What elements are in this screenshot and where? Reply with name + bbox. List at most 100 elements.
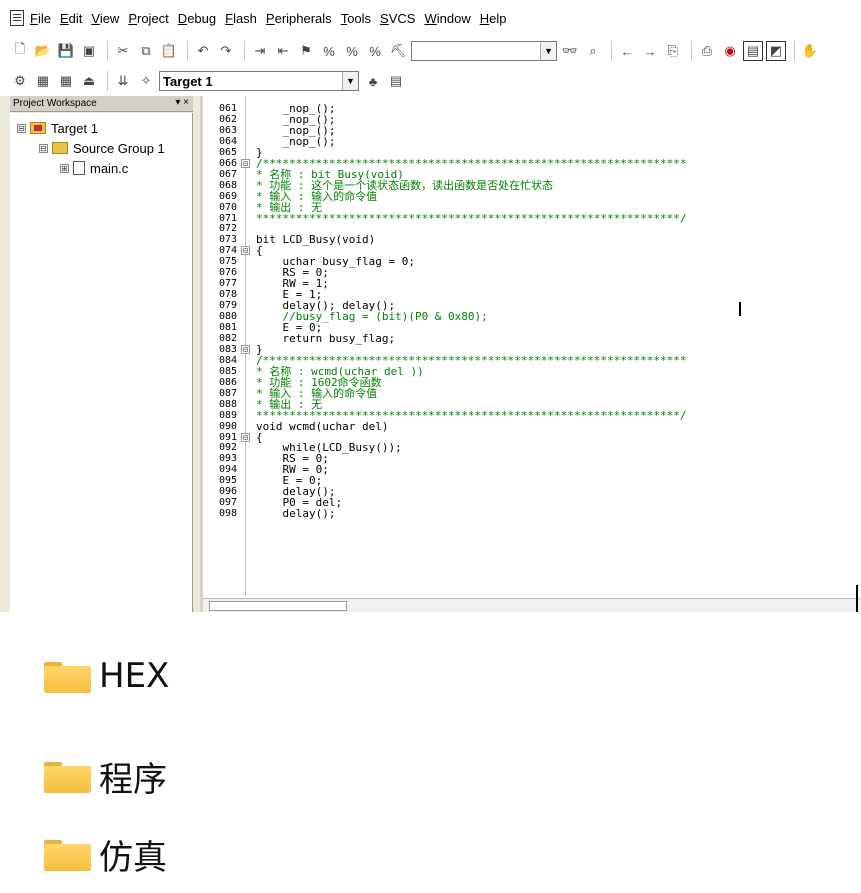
- toolbar-separator: [611, 41, 612, 61]
- menu-view[interactable]: View: [91, 11, 119, 26]
- line-number: 072: [219, 223, 238, 235]
- menu-help[interactable]: Help: [480, 11, 507, 26]
- debug-icon[interactable]: ◉: [720, 41, 740, 61]
- fold-toggle-icon[interactable]: ⊟: [241, 344, 250, 354]
- line-number: 093: [219, 453, 238, 465]
- window2-icon[interactable]: ◩: [766, 41, 786, 61]
- copy-icon[interactable]: ⧉: [136, 41, 156, 61]
- binoculars-icon[interactable]: 👓: [560, 41, 580, 61]
- back-icon[interactable]: ←: [617, 41, 637, 61]
- line-number: 083: [219, 343, 238, 355]
- open-icon[interactable]: 📂: [33, 41, 53, 61]
- undo-icon[interactable]: ↶: [193, 41, 213, 61]
- menu-svcs[interactable]: SVCS: [380, 11, 415, 26]
- collapse-icon[interactable]: ⊟: [39, 143, 48, 153]
- code-line[interactable]: 089 *************************************…: [203, 410, 861, 421]
- code-line[interactable]: 090 void wcmd(uchar del): [203, 421, 861, 432]
- code-view[interactable]: 061 _nop_(); 062 _nop_(); 063 _nop_(); 064 …: [203, 96, 861, 596]
- tree-item-main-c[interactable]: ⊞ main.c: [60, 159, 128, 177]
- prev-bookmark-icon[interactable]: %: [319, 41, 339, 61]
- horizontal-scrollbar[interactable]: [203, 598, 861, 612]
- line-number: 081: [219, 322, 238, 333]
- workspace-controls[interactable]: ▾ ×: [175, 97, 189, 108]
- target-select-value: Target 1: [163, 73, 213, 89]
- build-icon[interactable]: ⚙: [10, 71, 30, 91]
- scrollbar-thumb[interactable]: [209, 601, 347, 611]
- menu-tools[interactable]: Tools: [341, 11, 371, 26]
- menu-window[interactable]: Window: [424, 11, 470, 26]
- clear-bookmark-icon[interactable]: %: [365, 41, 385, 61]
- line-number: 062: [219, 113, 238, 125]
- line-number: 098: [219, 508, 238, 520]
- code-editor[interactable]: 061 _nop_(); 062 _nop_(); 063 _nop_(); 064 …: [200, 96, 861, 612]
- outdent-icon[interactable]: ⇤: [273, 41, 293, 61]
- rebuild-icon[interactable]: ▦: [56, 71, 76, 91]
- hand-icon[interactable]: ✋: [800, 41, 820, 61]
- menu-file[interactable]: File: [30, 11, 51, 26]
- code-text: * 输入 : 输入的命令值: [256, 189, 378, 203]
- code-line[interactable]: 082 return busy_flag;: [203, 333, 861, 344]
- code-line[interactable]: 073 bit LCD_Busy(void): [203, 234, 861, 245]
- line-number: 094: [219, 464, 238, 476]
- line-number: 079: [219, 300, 238, 312]
- forward-icon[interactable]: →: [640, 41, 660, 61]
- chevron-down-icon[interactable]: ▼: [540, 42, 556, 60]
- chevron-down-icon[interactable]: ▼: [342, 72, 358, 90]
- code-text: * 输出 : 无: [256, 397, 323, 411]
- code-line[interactable]: 069 * 输入 : 输入的命令值: [203, 191, 861, 202]
- redo-icon[interactable]: ↷: [216, 41, 236, 61]
- code-text: void wcmd(uchar del): [256, 419, 389, 433]
- save-all-icon[interactable]: ▣: [79, 41, 99, 61]
- tree-item-source-group[interactable]: ⊟ Source Group 1: [39, 139, 165, 157]
- folder-item-program[interactable]: 程序: [44, 756, 167, 800]
- fold-toggle-icon[interactable]: ⊟: [241, 432, 250, 442]
- manage-components-icon[interactable]: ▤: [386, 71, 406, 91]
- tree-item-target[interactable]: ⊟ Target 1: [17, 119, 98, 137]
- new-file-icon[interactable]: 🗋: [10, 41, 30, 61]
- collapse-icon[interactable]: ⊟: [17, 123, 26, 133]
- wizard-icon[interactable]: ✧: [136, 71, 156, 91]
- toolbar-separator: [244, 41, 245, 61]
- cut-icon[interactable]: ✂: [113, 41, 133, 61]
- project-workspace-title: Project Workspace: [13, 98, 97, 109]
- paste-icon[interactable]: 📋: [159, 41, 179, 61]
- code-line[interactable]: 070 * 输出 : 无: [203, 202, 861, 213]
- toolbar-separator: [107, 41, 108, 61]
- save-icon[interactable]: 💾: [56, 41, 76, 61]
- menu-project[interactable]: Project: [128, 11, 168, 26]
- window-icon[interactable]: ▤: [743, 41, 763, 61]
- folder-item-hex[interactable]: HEX: [44, 656, 169, 696]
- code-text: return busy_flag;: [256, 331, 396, 345]
- print-icon[interactable]: ⎙: [697, 41, 717, 61]
- bookmark-icon[interactable]: ⚑: [296, 41, 316, 61]
- translate-icon[interactable]: ▦: [33, 71, 53, 91]
- tree-item-label: Source Group 1: [73, 140, 165, 156]
- line-number: 096: [219, 486, 238, 498]
- fold-toggle-icon[interactable]: ⊟: [241, 158, 250, 168]
- code-line[interactable]: 064 _nop_();: [203, 136, 861, 147]
- menu-flash[interactable]: Flash: [225, 11, 257, 26]
- code-line[interactable]: 088 * 输出 : 无: [203, 399, 861, 410]
- line-number: 090: [219, 420, 238, 432]
- folder-list: HEX 程序 仿真: [0, 612, 861, 893]
- insert-icon[interactable]: ⎘: [663, 41, 683, 61]
- target-select[interactable]: Target 1 ▼: [159, 71, 359, 91]
- stop-build-icon[interactable]: ⏏: [79, 71, 99, 91]
- folder-item-simulation[interactable]: 仿真: [44, 834, 167, 878]
- menu-peripherals[interactable]: Peripherals: [266, 11, 332, 26]
- find-icon[interactable]: ⌕: [583, 41, 603, 61]
- code-line[interactable]: 068 * 功能 : 这个是一个读状态函数，读出函数是否处在忙状态: [203, 180, 861, 191]
- code-line[interactable]: 098 delay();: [203, 508, 861, 519]
- menu-debug[interactable]: Debug: [178, 11, 216, 26]
- indent-icon[interactable]: ⇥: [250, 41, 270, 61]
- find-combo[interactable]: ▼: [411, 41, 557, 61]
- find-in-files-icon[interactable]: ⛏: [388, 41, 408, 61]
- toolbar-separator: [691, 41, 692, 61]
- expand-icon[interactable]: ⊞: [60, 163, 69, 173]
- code-line[interactable]: 071 *************************************…: [203, 213, 861, 224]
- target-options-icon[interactable]: ♣: [363, 71, 383, 91]
- next-bookmark-icon[interactable]: %: [342, 41, 362, 61]
- menu-edit[interactable]: Edit: [60, 11, 82, 26]
- fold-toggle-icon[interactable]: ⊟: [241, 246, 250, 256]
- download-icon[interactable]: ⇊: [113, 71, 133, 91]
